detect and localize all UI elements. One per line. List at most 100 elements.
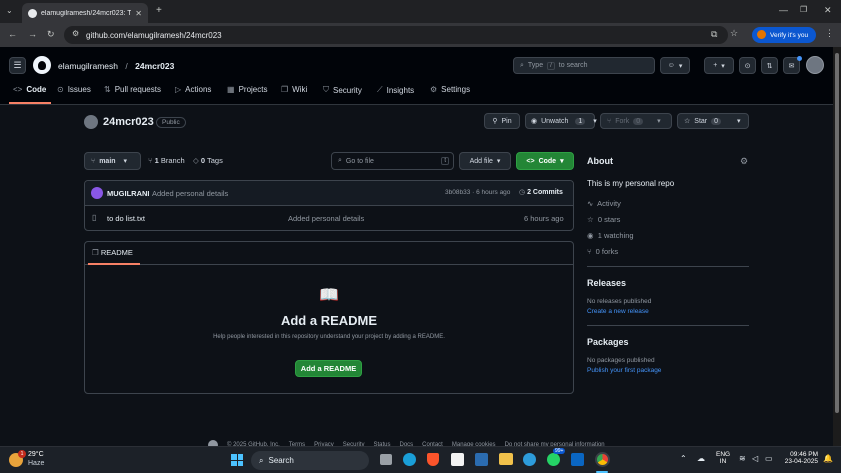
stars-link[interactable]: ☆ 0 stars (587, 215, 620, 224)
pull-requests-icon[interactable]: ⇅ (761, 57, 778, 74)
taskbar-search[interactable]: ⌕ Search (251, 451, 369, 470)
install-app-icon[interactable]: ⧉ (711, 30, 717, 39)
brave-icon[interactable] (427, 453, 439, 466)
add-readme-button[interactable]: Add a README (295, 360, 362, 377)
terminal-icon[interactable] (475, 453, 488, 466)
whatsapp-icon[interactable] (547, 453, 560, 466)
commit-author[interactable]: MUGILRANI (107, 189, 150, 198)
store-icon[interactable] (451, 453, 464, 466)
chevron-up-icon[interactable]: ⌃ (680, 454, 687, 463)
pin-label: Pin (501, 117, 512, 125)
tags-link[interactable]: ◇ 0 Tags (193, 156, 223, 165)
browser-menu-icon[interactable]: ⋮ (825, 29, 834, 38)
create-new-button[interactable]: + ▾ (704, 57, 734, 74)
publish-package-link[interactable]: Publish your first package (587, 367, 661, 374)
clock-date: 23-04-2025 (784, 458, 818, 465)
go-to-file-input[interactable]: ⌕ Go to file t (331, 152, 454, 170)
fork-button[interactable]: ⑂ Fork 0 ▾ (600, 113, 672, 129)
tab-actions[interactable]: ▷ Actions (175, 85, 211, 94)
commit-message[interactable]: Added personal details (152, 189, 228, 198)
tab-label: Actions (185, 85, 212, 94)
edge-icon[interactable] (403, 453, 416, 466)
repo-title[interactable]: 24mcr023 (103, 116, 154, 128)
star-icon: ☆ (587, 215, 594, 224)
outlook-icon[interactable] (571, 453, 584, 466)
battery-icon[interactable]: ▭ (765, 454, 773, 463)
task-view-icon[interactable] (380, 454, 392, 465)
wifi-icon[interactable]: ≋ (739, 454, 746, 463)
windows-start-icon[interactable] (231, 454, 243, 466)
watching-link[interactable]: ◉ 1 watching (587, 231, 634, 240)
repo-owner-avatar (84, 115, 98, 129)
repo-link[interactable]: 24mcr023 (135, 61, 174, 71)
tab-label: Insights (386, 85, 415, 95)
tab-issues[interactable]: ⊙ Issues (57, 85, 91, 94)
gear-icon[interactable]: ⚙ (740, 156, 748, 167)
volume-icon[interactable]: ◁ (752, 454, 758, 463)
tab-search-icon[interactable]: ⌄ (6, 7, 13, 15)
commits-link[interactable]: ◷ 2 Commits (519, 188, 563, 196)
scrollbar-thumb[interactable] (835, 53, 839, 413)
tab-close-icon[interactable]: ✕ (135, 9, 142, 18)
notifications-icon[interactable]: 🔔 (823, 454, 833, 463)
page-scrollbar[interactable] (833, 47, 841, 446)
branches-link[interactable]: ⑂ 1 Branch (148, 156, 185, 165)
forward-icon[interactable]: → (28, 30, 37, 39)
copilot-button[interactable]: ☺ ▾ (660, 57, 690, 74)
hamburger-menu-icon[interactable]: ☰ (9, 57, 26, 74)
verify-button[interactable]: Verify it's you (752, 27, 816, 43)
releases-title[interactable]: Releases (587, 278, 626, 288)
branch-selector[interactable]: ⑂ main ▾ (84, 152, 141, 170)
window-close-icon[interactable]: ✕ (824, 6, 832, 15)
code-button[interactable]: <> Code ▾ (516, 152, 574, 170)
issues-icon[interactable]: ⊙ (739, 57, 756, 74)
pin-button[interactable]: ⚲ Pin (484, 113, 520, 129)
minimize-icon[interactable]: — (779, 6, 788, 15)
readme-tab[interactable]: ❐ README (92, 248, 133, 257)
add-file-button[interactable]: Add file ▾ (459, 152, 511, 170)
unwatch-button[interactable]: ◉ Unwatch 1 ▾ (525, 113, 597, 129)
file-explorer-icon[interactable] (499, 453, 513, 465)
activity-link[interactable]: ∿ Activity (587, 199, 621, 208)
readme-heading: Add a README (280, 313, 378, 328)
tab-pull-requests[interactable]: ⇅ Pull requests (104, 85, 161, 94)
history-icon: ◷ (519, 189, 526, 196)
new-tab-icon[interactable]: + (156, 6, 162, 16)
tab-settings[interactable]: ⚙ Settings (430, 85, 470, 94)
tab-projects[interactable]: ▦ Projects (227, 85, 267, 94)
readme-tab-underline (88, 263, 140, 265)
weather-temp[interactable]: 29°C (28, 451, 44, 458)
tab-wiki[interactable]: ❐ Wiki (281, 85, 307, 94)
language-indicator[interactable]: ENG IN (716, 451, 730, 465)
cloud-icon[interactable]: ☁ (697, 454, 705, 463)
code-icon: <> (13, 85, 23, 94)
restore-icon[interactable]: ❐ (800, 6, 807, 14)
packages-title[interactable]: Packages (587, 337, 629, 347)
github-logo-icon[interactable] (33, 56, 51, 74)
app-icon[interactable] (523, 453, 536, 466)
forks-link[interactable]: ⑂ 0 forks (587, 247, 618, 256)
search-input[interactable]: ⌕ Type / to search (513, 57, 655, 74)
bookmark-star-icon[interactable]: ☆ (730, 29, 738, 38)
reload-icon[interactable]: ↻ (47, 30, 55, 39)
browser-tab[interactable]: elamugilramesh/24mcr023: Th ✕ (22, 3, 148, 23)
clock[interactable]: 09:46 PM 23-04-2025 (782, 451, 818, 465)
eye-icon: ◉ (587, 231, 594, 240)
weather-desc[interactable]: Haze (28, 460, 44, 467)
chrome-icon[interactable] (595, 452, 610, 467)
tab-insights[interactable]: ⟋ Insights (377, 85, 414, 95)
back-icon[interactable]: ← (8, 30, 17, 39)
create-release-link[interactable]: Create a new release (587, 308, 649, 315)
actions-icon: ▷ (175, 85, 182, 94)
issue-icon: ⊙ (57, 85, 64, 94)
file-name[interactable]: to do list.txt (107, 214, 145, 223)
file-commit-message[interactable]: Added personal details (288, 214, 364, 223)
site-info-icon[interactable]: ⚙ (72, 30, 79, 38)
avatar[interactable] (806, 56, 824, 74)
tab-code[interactable]: <> Code (13, 85, 46, 94)
url-field[interactable]: ⚙ github.com/elamugilramesh/24mcr023 (64, 26, 728, 44)
tab-security[interactable]: ⛉ Security (323, 85, 362, 95)
owner-link[interactable]: elamugilramesh (58, 61, 118, 71)
star-button[interactable]: ☆ Star 0 ▾ (677, 113, 749, 129)
commit-hash-time[interactable]: 3b08b33 · 6 hours ago (445, 189, 510, 196)
